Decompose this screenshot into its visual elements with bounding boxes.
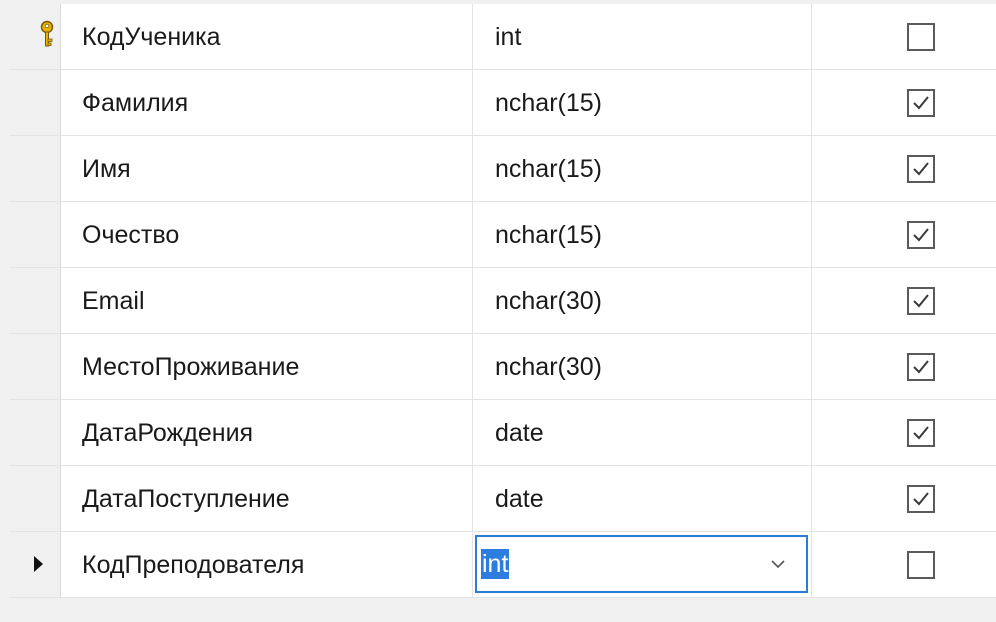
column-name-cell[interactable]: Фамилия <box>61 70 473 136</box>
row-selector[interactable] <box>10 466 61 532</box>
data-type-cell[interactable]: date <box>473 466 812 532</box>
table-row[interactable]: ДатаРождения date <box>0 400 996 466</box>
data-type-dropdown[interactable]: int <box>475 535 808 593</box>
allow-nulls-cell <box>812 268 996 334</box>
allow-nulls-cell <box>812 4 996 70</box>
row-selector[interactable] <box>10 4 61 70</box>
table-row-current[interactable]: КодПреподователя int <box>0 532 996 598</box>
allow-nulls-cell <box>812 532 996 598</box>
check-icon <box>913 96 929 110</box>
row-selector[interactable] <box>10 334 61 400</box>
data-type-selected-text[interactable]: int <box>481 549 510 579</box>
allow-nulls-checkbox[interactable] <box>907 485 935 513</box>
allow-nulls-cell <box>812 202 996 268</box>
row-selector[interactable] <box>10 532 61 598</box>
table-row[interactable]: ДатаПоступление date <box>0 466 996 532</box>
column-name-cell[interactable]: Имя <box>61 136 473 202</box>
row-selector[interactable] <box>10 136 61 202</box>
column-name-cell[interactable]: Email <box>61 268 473 334</box>
table-row[interactable]: Имя nchar(15) <box>0 136 996 202</box>
row-selector[interactable] <box>10 70 61 136</box>
column-name-cell[interactable]: КодПреподователя <box>61 532 473 598</box>
column-name-cell[interactable]: ДатаПоступление <box>61 466 473 532</box>
table-row[interactable]: КодУченика int <box>0 4 996 70</box>
table-row[interactable]: Очество nchar(15) <box>0 202 996 268</box>
allow-nulls-checkbox[interactable] <box>907 551 935 579</box>
table-row[interactable]: Email nchar(30) <box>0 268 996 334</box>
column-name-cell[interactable]: МестоПроживание <box>61 334 473 400</box>
table-row[interactable]: МестоПроживание nchar(30) <box>0 334 996 400</box>
row-selector[interactable] <box>10 400 61 466</box>
allow-nulls-checkbox[interactable] <box>907 23 935 51</box>
table-row[interactable]: Фамилия nchar(15) <box>0 70 996 136</box>
data-type-cell[interactable]: date <box>473 400 812 466</box>
row-selector[interactable] <box>10 202 61 268</box>
check-icon <box>913 162 929 176</box>
current-row-arrow-icon <box>34 556 43 572</box>
row-selector[interactable] <box>10 268 61 334</box>
allow-nulls-checkbox[interactable] <box>907 221 935 249</box>
data-type-cell[interactable]: nchar(15) <box>473 136 812 202</box>
allow-nulls-cell <box>812 70 996 136</box>
data-type-cell: int <box>473 532 812 598</box>
allow-nulls-checkbox[interactable] <box>907 89 935 117</box>
allow-nulls-checkbox[interactable] <box>907 155 935 183</box>
table-designer-grid: КодУченика int Фамилия nchar(15) Имя nch… <box>0 0 996 622</box>
allow-nulls-cell <box>812 466 996 532</box>
data-type-cell[interactable]: nchar(15) <box>473 202 812 268</box>
allow-nulls-cell <box>812 400 996 466</box>
data-type-cell[interactable]: nchar(30) <box>473 334 812 400</box>
data-type-cell[interactable]: nchar(30) <box>473 268 812 334</box>
check-icon <box>913 228 929 242</box>
allow-nulls-checkbox[interactable] <box>907 419 935 447</box>
check-icon <box>913 492 929 506</box>
column-name-cell[interactable]: КодУченика <box>61 4 473 70</box>
data-type-cell[interactable]: int <box>473 4 812 70</box>
allow-nulls-cell <box>812 334 996 400</box>
check-icon <box>913 360 929 374</box>
check-icon <box>913 426 929 440</box>
primary-key-icon <box>40 20 54 47</box>
chevron-down-icon[interactable] <box>770 559 786 569</box>
allow-nulls-checkbox[interactable] <box>907 287 935 315</box>
check-icon <box>913 294 929 308</box>
allow-nulls-checkbox[interactable] <box>907 353 935 381</box>
allow-nulls-cell <box>812 136 996 202</box>
column-name-cell[interactable]: Очество <box>61 202 473 268</box>
data-type-cell[interactable]: nchar(15) <box>473 70 812 136</box>
column-name-cell[interactable]: ДатаРождения <box>61 400 473 466</box>
